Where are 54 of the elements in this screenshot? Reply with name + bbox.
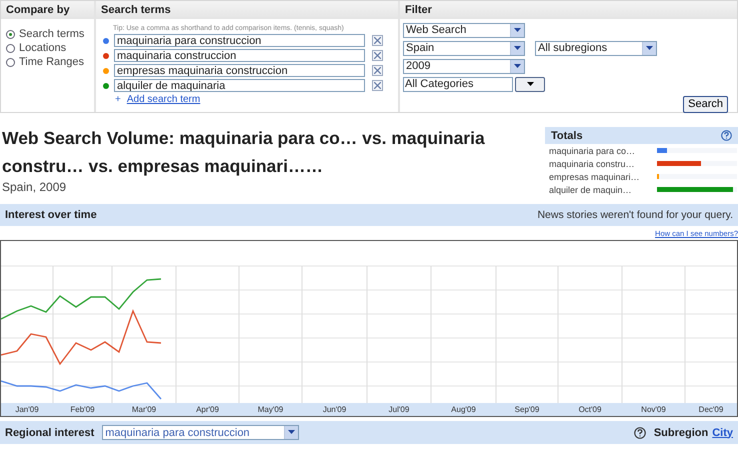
plus-icon[interactable]: + — [115, 94, 121, 104]
totals-title: Totals — [551, 130, 583, 142]
section-title: Compare by — [1, 1, 94, 19]
month-label: Apr'09 — [195, 404, 220, 416]
month-label: Feb'09 — [69, 404, 96, 416]
section-title: Interest over time — [5, 209, 97, 221]
category-field[interactable]: All Categories — [403, 76, 513, 92]
subregion-select[interactable]: All subregions — [535, 40, 657, 56]
year-select[interactable]: 2009 — [403, 58, 525, 74]
total-label: alquiler de maquin… — [548, 184, 633, 194]
month-label: Jan'09 — [14, 404, 40, 416]
help-icon[interactable] — [634, 426, 646, 438]
section-title: Regional interest — [5, 426, 94, 438]
month-label: Mar'09 — [130, 404, 158, 416]
page-title: Web Search Volume: maquinaria para co… vs. maquinaria constru… vs. empresas maquinari…… — [1, 127, 486, 178]
close-icon[interactable] — [372, 50, 383, 61]
month-label: May'09 — [256, 404, 284, 416]
notice-text: News stories weren't found for your query. — [537, 209, 733, 221]
radio-label[interactable]: Locations — [19, 42, 66, 54]
total-label: maquinaria para co… — [548, 146, 636, 156]
city-link[interactable]: City — [712, 426, 733, 438]
close-icon[interactable] — [372, 35, 383, 46]
radio-label[interactable]: Time Ranges — [19, 56, 84, 68]
close-icon[interactable] — [372, 65, 383, 76]
radio-button[interactable] — [6, 58, 15, 66]
caret-icon[interactable] — [526, 82, 534, 86]
month-label: Nov'09 — [640, 404, 667, 416]
month-label: Aug'09 — [450, 404, 477, 416]
month-label: Sep'09 — [514, 404, 540, 416]
month-label: Jun'09 — [322, 404, 348, 416]
month-label: Jul'09 — [388, 404, 410, 416]
section-title: Filter — [400, 1, 737, 19]
dropdown-button[interactable] — [515, 76, 545, 92]
radio-button[interactable] — [6, 44, 15, 52]
month-label: Oct'09 — [578, 404, 602, 416]
search-term-field[interactable]: maquinaria construccion — [114, 49, 365, 62]
search-term-field[interactable]: alquiler de maquinaria — [114, 79, 365, 92]
section-title: Search terms — [96, 1, 398, 19]
month-label: Dec'09 — [698, 404, 724, 416]
radio-label[interactable]: Search terms — [19, 28, 84, 40]
location-select[interactable]: Spain — [403, 40, 525, 56]
property-select[interactable]: Web Search — [403, 22, 525, 38]
help-icon[interactable] — [721, 130, 732, 141]
subtitle: Spain, 2009 — [1, 180, 68, 194]
search-term-field[interactable]: maquinaria para construccion — [114, 34, 365, 47]
term-select[interactable]: maquinaria para construccion — [102, 425, 300, 440]
subregion-label: Subregion — [654, 426, 708, 438]
radio-button[interactable] — [6, 30, 15, 38]
close-icon[interactable] — [372, 80, 383, 91]
total-label: maquinaria constru… — [548, 158, 636, 168]
search-button[interactable]: Search — [683, 96, 728, 112]
add-search-term-link[interactable]: Add search term — [126, 94, 200, 104]
total-label: empresas maquinari… — [548, 172, 641, 182]
search-term-field[interactable]: empresas maquinaria construccion — [114, 64, 365, 77]
